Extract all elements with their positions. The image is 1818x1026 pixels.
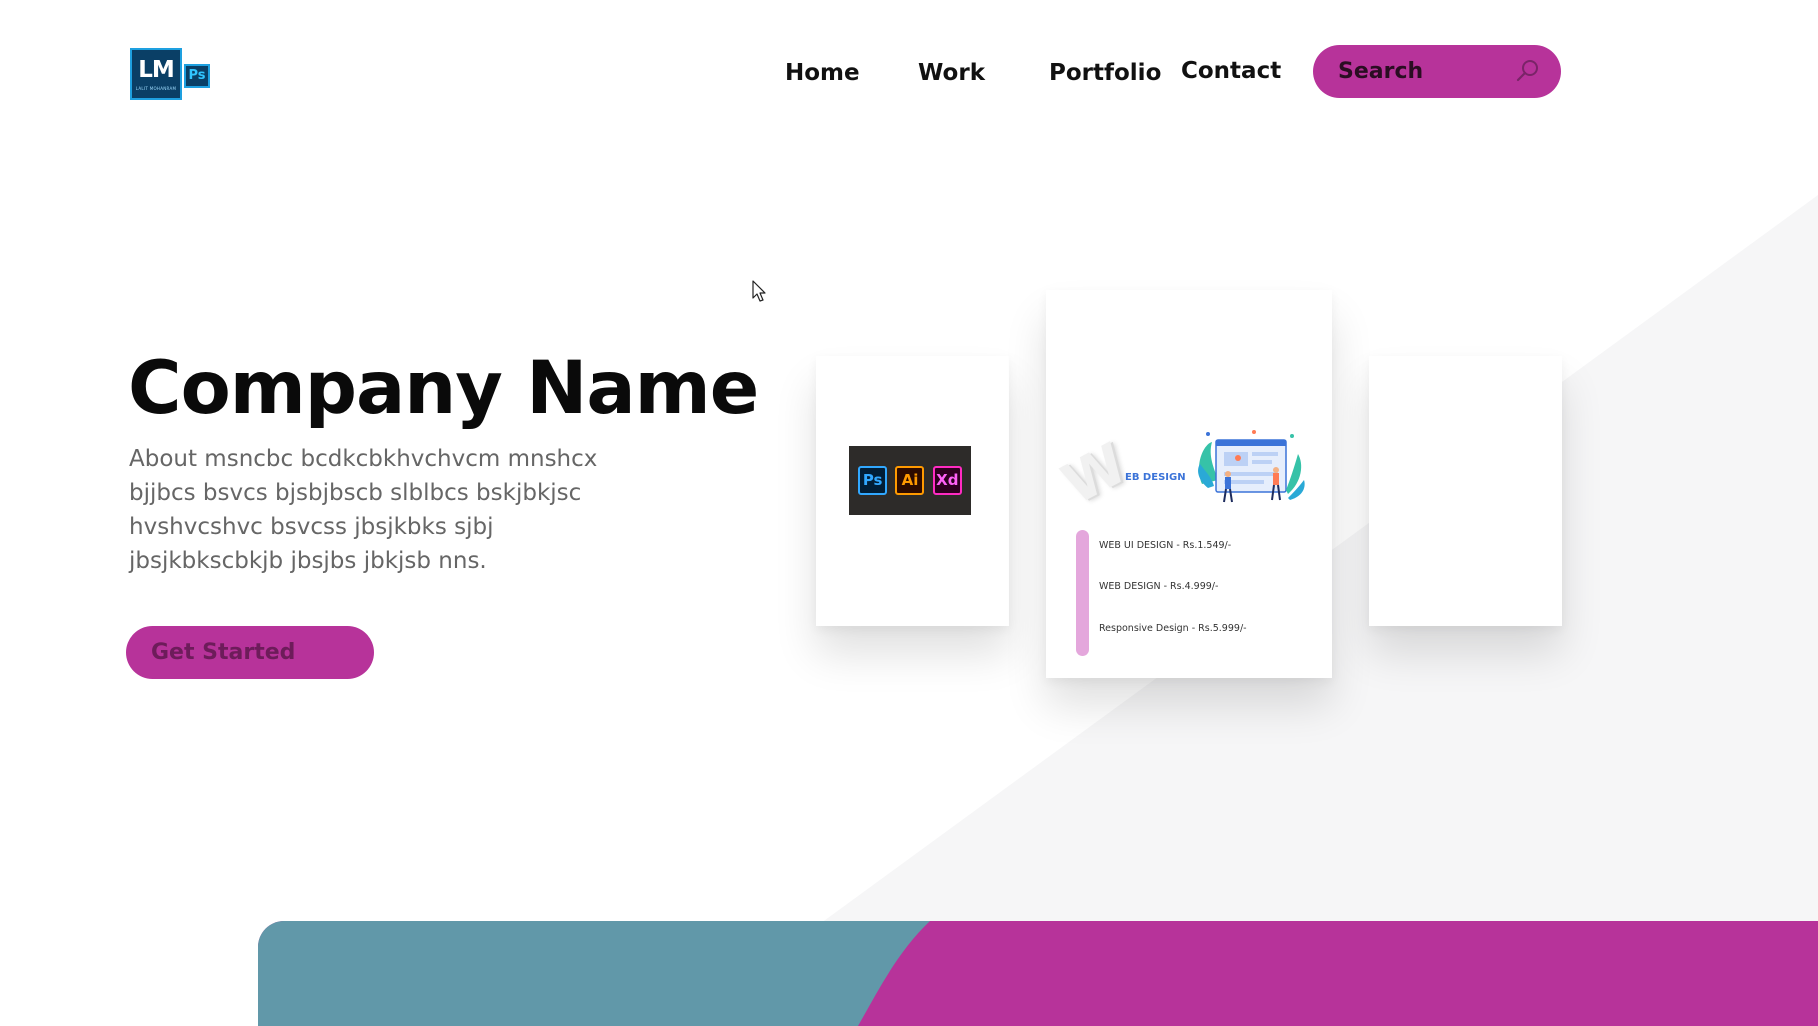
logo[interactable]: LM LALIT MOHANRAM Ps	[130, 48, 214, 102]
nav-portfolio[interactable]: Portfolio	[1049, 60, 1161, 86]
web-design-illustration	[1198, 430, 1305, 503]
nav-home[interactable]: Home	[785, 60, 860, 86]
company-name-title: Company Name	[128, 346, 759, 431]
logo-lm-mark: LM	[130, 48, 182, 100]
about-line: bjjbcs bsvcs bjsbjbscb slblbcs bskjbkjsc	[129, 480, 582, 506]
price-list-accent-bar	[1076, 530, 1089, 656]
adobe-apps-banner: Ps Ai Xd	[849, 446, 971, 515]
nav-work[interactable]: Work	[918, 60, 985, 86]
illustrator-icon: Ai	[895, 466, 925, 495]
card-web-design[interactable]: W EB DESIGN WEB UI DESIGN - Rs.1.549/- W…	[1046, 290, 1332, 678]
price-item: WEB DESIGN - Rs.4.999/-	[1099, 581, 1219, 592]
nav-contact[interactable]: Contact	[1181, 58, 1281, 84]
about-line: hvshvcshvc bsvcss jbsjkbks sjbj	[129, 514, 494, 540]
price-item: WEB UI DESIGN - Rs.1.549/-	[1099, 540, 1232, 551]
logo-subtext: LALIT MOHANRAM	[135, 86, 177, 91]
card-software[interactable]: Ps Ai Xd	[816, 356, 1009, 626]
search-input[interactable]: Search	[1313, 45, 1561, 98]
photoshop-icon: Ps	[858, 466, 888, 495]
search-label: Search	[1338, 59, 1424, 84]
about-line: About msncbc bcdkcbkhvchvcm mnshcx	[129, 446, 598, 472]
mouse-cursor-icon	[752, 280, 766, 302]
about-text: About msncbc bcdkcbkhvchvcm mnshcx bjjbc…	[129, 442, 629, 578]
price-item: Responsive Design - Rs.5.999/-	[1099, 623, 1247, 634]
bottom-color-band	[258, 921, 1818, 1026]
card-empty[interactable]	[1369, 356, 1562, 626]
get-started-button[interactable]: Get Started	[126, 626, 374, 679]
logo-ps-badge: Ps	[184, 64, 210, 88]
about-line: jbsjkbkscbkjb jbsjbs jbkjsb nns.	[129, 548, 487, 574]
search-icon[interactable]	[1515, 58, 1541, 84]
web-design-label: EB DESIGN	[1125, 472, 1186, 483]
xd-icon: Xd	[932, 466, 962, 495]
